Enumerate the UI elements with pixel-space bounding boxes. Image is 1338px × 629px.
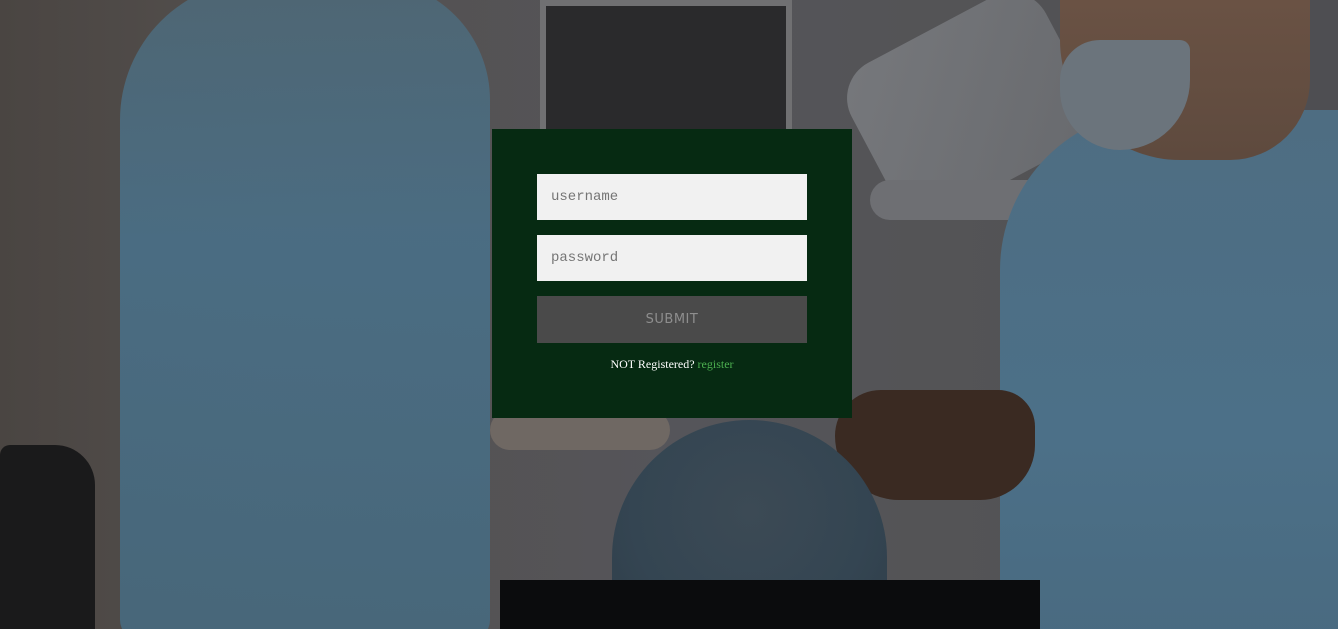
- login-form: SUBMIT NOT Registered? register: [492, 129, 852, 418]
- submit-button[interactable]: SUBMIT: [537, 296, 807, 343]
- register-link[interactable]: register: [698, 357, 734, 371]
- register-line: NOT Registered? register: [492, 357, 852, 372]
- password-input[interactable]: [537, 235, 807, 281]
- username-input[interactable]: [537, 174, 807, 220]
- register-prompt: NOT Registered?: [610, 357, 695, 371]
